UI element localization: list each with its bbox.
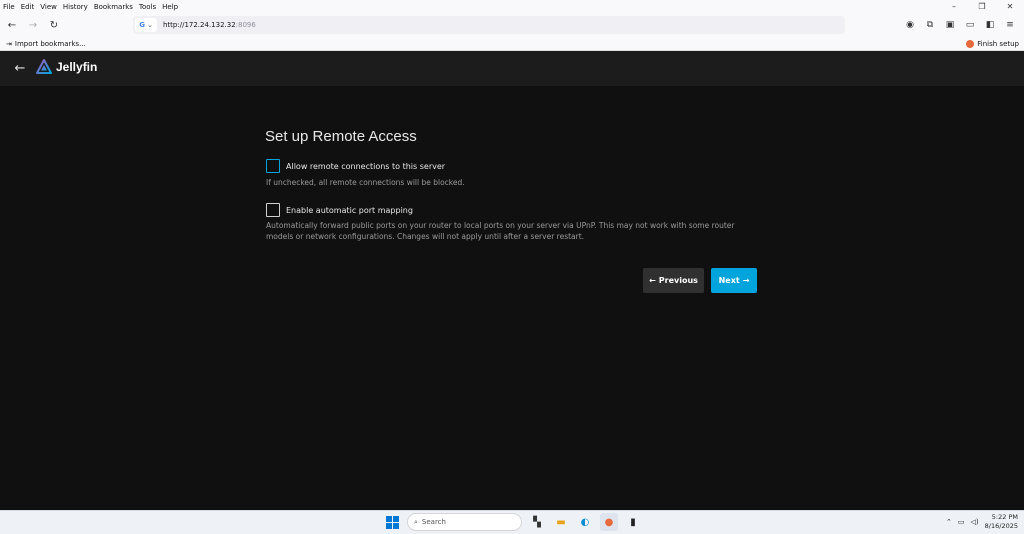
url-text: http://172.24.132.32:8096	[163, 21, 256, 29]
window-controls: – ❐ ✕	[940, 0, 1024, 13]
taskbar-search-label: Search	[421, 518, 446, 526]
browser-navbar: ← → ↻ G ⌄ http://172.24.132.32:8096 ◉ ⧉ ▣…	[0, 13, 1024, 37]
menu-history[interactable]: History	[60, 3, 91, 11]
windows-start-icon[interactable]	[383, 513, 401, 531]
extensions-icon[interactable]: ⧉	[922, 17, 938, 33]
clock-time: 5:22 PM	[991, 513, 1018, 521]
jellyfin-logo[interactable]: Jellyfin	[36, 59, 97, 75]
system-tray: ⌃ ▭ ◁) 5:22 PM 8/16/2025	[946, 513, 1018, 531]
clock-date: 8/16/2025	[984, 522, 1018, 530]
firefox-taskbar-icon[interactable]: ●	[600, 513, 618, 531]
port-mapping-checkbox[interactable]	[266, 203, 280, 217]
finish-setup-label: Finish setup	[977, 39, 1019, 48]
restore-icon[interactable]: ❐	[968, 0, 996, 13]
menu-edit[interactable]: Edit	[18, 3, 38, 11]
remote-access-label: Allow remote connections to this server	[286, 161, 446, 171]
port-mapping-description: Automatically forward public ports on yo…	[266, 221, 735, 241]
volume-icon[interactable]: ◁)	[971, 518, 979, 526]
taskbar-apps: ⌕ Search ▚ ▬ ◐ ● ▮	[383, 513, 642, 531]
menu-help[interactable]: Help	[159, 3, 181, 11]
remote-access-checkbox[interactable]	[266, 159, 280, 173]
container-icon[interactable]: ▣	[942, 17, 958, 33]
search-engine-icon[interactable]: G ⌄	[135, 18, 157, 32]
remote-access-row[interactable]: Allow remote connections to this server	[266, 159, 445, 173]
file-explorer-icon[interactable]: ▬	[552, 513, 570, 531]
remote-access-description: If unchecked, all remote connections wil…	[266, 178, 465, 187]
jellyfin-logo-text: Jellyfin	[56, 60, 98, 74]
toolbar-icons: ◉ ⧉ ▣ ▭ ◧ ≡	[902, 17, 1018, 33]
menu-bookmarks[interactable]: Bookmarks	[91, 3, 136, 11]
next-label: Next	[718, 276, 740, 285]
menu-tools[interactable]: Tools	[136, 3, 159, 11]
chevron-up-icon[interactable]: ⌃	[946, 518, 952, 526]
edge-icon[interactable]: ◐	[576, 513, 594, 531]
terminal-icon[interactable]: ▮	[624, 513, 642, 531]
jellyfin-header: ← Jellyfin	[0, 51, 1024, 86]
bookmarks-bar: ⇥ Import bookmarks... Finish setup	[0, 37, 1024, 51]
import-bookmarks-link[interactable]: ⇥ Import bookmarks...	[6, 40, 86, 48]
back-arrow-icon[interactable]: ←	[3, 16, 21, 34]
browser-menubar: File Edit View History Bookmarks Tools H…	[0, 0, 1024, 13]
page-title: Set up Remote Access	[265, 128, 417, 145]
task-view-icon[interactable]: ▚	[528, 513, 546, 531]
import-icon: ⇥	[6, 39, 12, 48]
network-icon[interactable]: ▭	[958, 518, 965, 526]
taskbar: ⌕ Search ▚ ▬ ◐ ● ▮ ⌃ ▭ ◁) 5:22 PM 8/16/2…	[0, 510, 1024, 534]
arrow-right-icon: →	[742, 276, 750, 285]
port-mapping-label: Enable automatic port mapping	[286, 205, 413, 215]
reload-icon[interactable]: ↻	[45, 16, 63, 34]
previous-button[interactable]: ← Previous	[643, 268, 704, 293]
menu-view[interactable]: View	[37, 3, 60, 11]
arrow-left-icon: ←	[649, 276, 656, 285]
close-icon[interactable]: ✕	[996, 0, 1024, 13]
next-button[interactable]: Next →	[711, 268, 757, 293]
url-port: :8096	[235, 21, 256, 29]
clock[interactable]: 5:22 PM 8/16/2025	[985, 513, 1018, 531]
windows-logo-icon	[385, 515, 399, 529]
firefox-icon	[966, 39, 975, 48]
previous-label: Previous	[658, 276, 698, 285]
import-bookmarks-label: Import bookmarks...	[14, 39, 86, 48]
url-bar[interactable]: G ⌄ http://172.24.132.32:8096	[133, 16, 845, 34]
url-host: http://172.24.132.32	[163, 21, 236, 29]
search-icon: ⌕	[414, 517, 418, 526]
account-icon[interactable]: ◉	[902, 17, 918, 33]
main-content: Set up Remote Access Allow remote connec…	[0, 86, 1024, 510]
jellyfin-logo-icon	[36, 59, 52, 74]
hamburger-menu-icon[interactable]: ≡	[1002, 17, 1018, 33]
taskbar-search[interactable]: ⌕ Search	[407, 513, 522, 531]
back-arrow-icon[interactable]: ←	[12, 60, 28, 76]
menu-file[interactable]: File	[0, 3, 18, 11]
port-mapping-row[interactable]: Enable automatic port mapping	[266, 203, 413, 217]
forward-arrow-icon[interactable]: →	[24, 16, 42, 34]
finish-setup-link[interactable]: Finish setup	[966, 39, 1019, 48]
minimize-icon[interactable]: –	[940, 0, 968, 13]
screenshot-icon[interactable]: ◧	[982, 17, 998, 33]
sidebar-icon[interactable]: ▭	[962, 17, 978, 33]
